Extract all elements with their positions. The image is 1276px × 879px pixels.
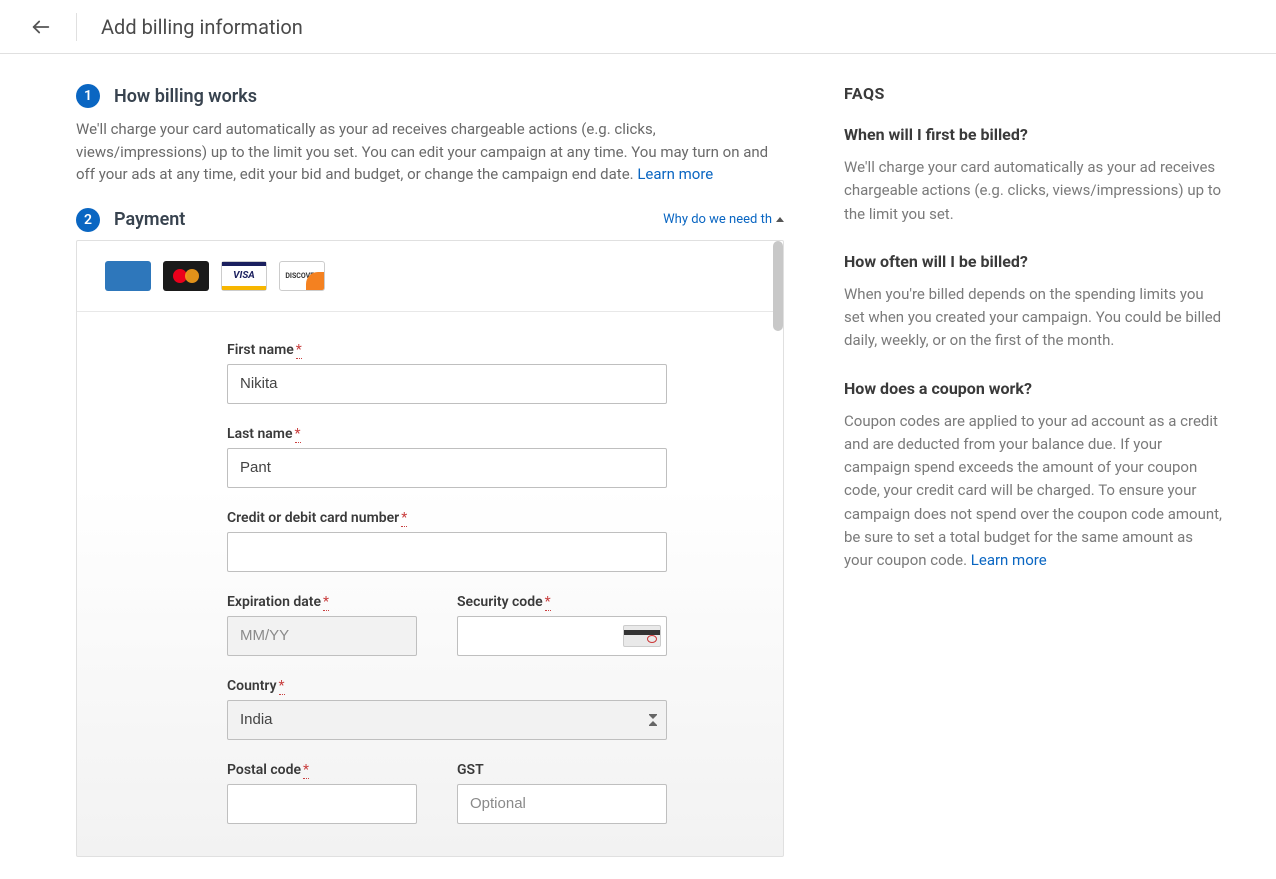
postal-code-label-text: Postal code bbox=[227, 762, 301, 778]
faq-question: When will I first be billed? bbox=[844, 125, 1224, 144]
chevron-up-icon bbox=[776, 217, 784, 222]
faq-answer: When you're billed depends on the spendi… bbox=[844, 283, 1224, 353]
faq-item: How often will I be billed? When you're … bbox=[844, 252, 1224, 353]
first-name-label-text: First name bbox=[227, 342, 294, 358]
back-button[interactable] bbox=[24, 10, 58, 44]
faq-item: When will I first be billed? We'll charg… bbox=[844, 125, 1224, 226]
expiration-label-text: Expiration date bbox=[227, 594, 321, 610]
card-number-label: Credit or debit card number* bbox=[227, 510, 755, 526]
page-header: Add billing information bbox=[0, 0, 1276, 54]
main-content: 1 How billing works We'll charge your ca… bbox=[0, 54, 820, 879]
how-billing-section: 1 How billing works We'll charge your ca… bbox=[76, 84, 784, 186]
faq-answer: We'll charge your card automatically as … bbox=[844, 156, 1224, 226]
security-code-label: Security code* bbox=[457, 594, 677, 610]
learn-more-link[interactable]: Learn more bbox=[637, 165, 713, 183]
expiration-input[interactable] bbox=[227, 616, 417, 656]
last-name-input[interactable] bbox=[227, 448, 667, 488]
step-badge-2: 2 bbox=[76, 208, 100, 232]
postal-code-label: Postal code* bbox=[227, 762, 427, 778]
first-name-label: First name* bbox=[227, 342, 755, 358]
card-number-input[interactable] bbox=[227, 532, 667, 572]
card-number-label-text: Credit or debit card number bbox=[227, 510, 399, 526]
arrow-left-icon bbox=[30, 16, 52, 38]
faq-question: How often will I be billed? bbox=[844, 252, 1224, 271]
faq-question: How does a coupon work? bbox=[844, 379, 1224, 398]
faq-answer: Coupon codes are applied to your ad acco… bbox=[844, 410, 1224, 573]
country-label: Country* bbox=[227, 678, 755, 694]
payment-panel: VISA DISCOVER First name* Last name* Cre… bbox=[76, 240, 784, 857]
page-title: Add billing information bbox=[101, 15, 303, 39]
first-name-input[interactable] bbox=[227, 364, 667, 404]
postal-code-input[interactable] bbox=[227, 784, 417, 824]
country-label-text: Country bbox=[227, 678, 277, 694]
how-billing-title: How billing works bbox=[114, 86, 257, 107]
faq-item: How does a coupon work? Coupon codes are… bbox=[844, 379, 1224, 573]
mastercard-icon bbox=[163, 261, 209, 291]
payment-form: First name* Last name* Credit or debit c… bbox=[77, 312, 783, 856]
why-need-this-text: Why do we need th bbox=[663, 212, 772, 227]
how-billing-body: We'll charge your card automatically as … bbox=[76, 118, 784, 186]
step-badge-1: 1 bbox=[76, 84, 100, 108]
cvv-card-icon bbox=[623, 625, 661, 647]
accepted-cards-row: VISA DISCOVER bbox=[77, 241, 783, 312]
visa-card-icon: VISA bbox=[221, 261, 267, 291]
country-select[interactable]: India bbox=[227, 700, 667, 740]
faq-answer-text: Coupon codes are applied to your ad acco… bbox=[844, 412, 1222, 570]
security-code-label-text: Security code bbox=[457, 594, 543, 610]
expiration-label: Expiration date* bbox=[227, 594, 427, 610]
gst-label: GST bbox=[457, 762, 677, 778]
last-name-label-text: Last name bbox=[227, 426, 293, 442]
header-divider bbox=[76, 13, 77, 41]
discover-card-icon: DISCOVER bbox=[279, 261, 325, 291]
faqs-heading: FAQS bbox=[844, 84, 1224, 103]
why-need-this-link[interactable]: Why do we need th bbox=[663, 212, 784, 227]
amex-card-icon bbox=[105, 261, 151, 291]
faqs-sidebar: FAQS When will I first be billed? We'll … bbox=[820, 54, 1276, 879]
payment-title: Payment bbox=[114, 209, 185, 230]
last-name-label: Last name* bbox=[227, 426, 755, 442]
payment-section: 2 Payment Why do we need th VISA DISCOVE… bbox=[76, 208, 784, 857]
gst-input[interactable] bbox=[457, 784, 667, 824]
scrollbar-thumb[interactable] bbox=[773, 241, 783, 331]
faq-learn-more-link[interactable]: Learn more bbox=[971, 551, 1047, 569]
